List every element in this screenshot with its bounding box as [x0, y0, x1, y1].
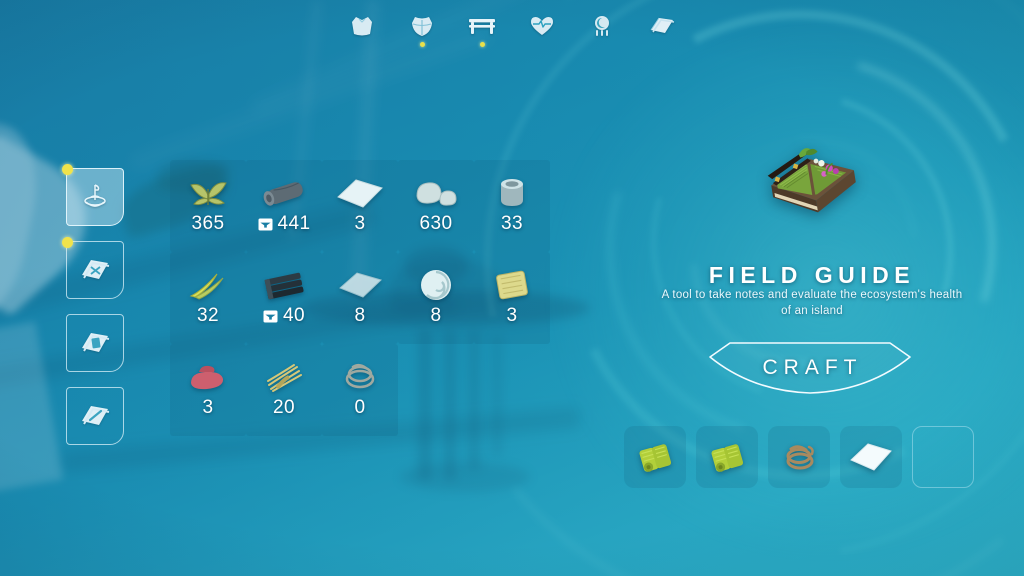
count-value: 365 [191, 213, 225, 234]
inv-yellow-mat[interactable]: 3 [474, 252, 550, 344]
slot-count: 32 [170, 305, 246, 327]
inv-paper-sheet[interactable]: 3 [322, 160, 398, 252]
slot-count: 40 [246, 305, 322, 327]
inv-stones[interactable]: 630 [398, 160, 474, 252]
top-tab-health-heart[interactable] [523, 14, 561, 54]
blue-paper-icon [322, 258, 398, 312]
sidebar-item-guide-cross[interactable] [62, 237, 124, 299]
red-coral-icon [170, 350, 246, 404]
shell-icon [398, 258, 474, 312]
book-notes-icon [78, 327, 112, 359]
slot-count: 3 [474, 305, 550, 327]
tab-notification-dot [479, 42, 485, 47]
slot-count: 365 [170, 213, 246, 235]
slot-count: 441 [246, 213, 322, 235]
count-value: 441 [277, 213, 311, 234]
rope-icon [776, 437, 822, 477]
slot-count: 0 [322, 397, 398, 419]
inv-straw[interactable]: 20 [246, 344, 322, 436]
slot-count: 8 [398, 305, 474, 327]
slot-count: 33 [474, 213, 550, 235]
inv-empty-1 [398, 344, 474, 436]
moss-roll-icon [705, 437, 749, 477]
count-value: 3 [506, 305, 518, 326]
ingredient-moss-roll-1[interactable] [624, 426, 686, 488]
wood-log-icon [246, 166, 322, 220]
count-value: 8 [354, 305, 366, 326]
inv-rope[interactable]: 0 [322, 344, 398, 436]
leaves-icon [170, 166, 246, 220]
chest-badge-icon [263, 310, 278, 323]
ingredient-slots [624, 426, 974, 488]
paper-sheet-icon [322, 166, 398, 220]
field-guide-book-icon [758, 137, 866, 238]
potion-icon [590, 14, 614, 38]
inv-yellow-leaf[interactable]: 32 [170, 252, 246, 344]
ingredient-rope[interactable] [768, 426, 830, 488]
inventory-grid: 365 441 3 630 33 32 40 8 8 3 3 20 0 [170, 160, 550, 436]
book-icon [648, 14, 676, 38]
sidebar-item-guide-quill[interactable] [66, 387, 124, 445]
slot-count: 8 [322, 305, 398, 327]
armor-chest-icon [349, 14, 375, 38]
sidebar-notification-dot [62, 237, 73, 248]
rope-icon [322, 350, 398, 404]
slot-count: 3 [322, 213, 398, 235]
count-value: 3 [354, 213, 366, 234]
top-tab-furniture-bench[interactable] [463, 14, 501, 54]
item-title: FIELD GUIDE [708, 262, 916, 288]
armor-set-icon [409, 14, 435, 38]
book-cross-icon [78, 254, 112, 286]
count-value: 33 [501, 213, 523, 234]
count-value: 630 [419, 213, 453, 234]
inv-leaves[interactable]: 365 [170, 160, 246, 252]
slot-count: 20 [246, 397, 322, 419]
ingredient-empty-slot [912, 426, 974, 488]
inv-red-coral[interactable]: 3 [170, 344, 246, 436]
sidebar-notification-dot [62, 164, 73, 175]
ingredient-moss-roll-2[interactable] [696, 426, 758, 488]
count-value: 3 [202, 397, 214, 418]
yellow-mat-icon [474, 258, 550, 312]
ingredient-paper-sheet[interactable] [840, 426, 902, 488]
inv-metal-ring[interactable]: 33 [474, 160, 550, 252]
inv-shell[interactable]: 8 [398, 252, 474, 344]
count-value: 40 [283, 305, 305, 326]
inv-empty-2 [474, 344, 550, 436]
sidebar-item-guide-notes[interactable] [66, 314, 124, 372]
count-value: 20 [273, 397, 295, 418]
craft-button-label: CRAFT [762, 356, 863, 379]
inv-blue-paper[interactable]: 8 [322, 252, 398, 344]
top-tab-armor-chest[interactable] [343, 14, 381, 54]
count-value: 32 [197, 305, 219, 326]
chest-badge-icon [258, 218, 273, 231]
straw-icon [246, 350, 322, 404]
top-category-bar [0, 14, 1024, 54]
tab-notification-dot [419, 42, 425, 47]
boat-mast-icon [78, 180, 112, 214]
dark-planks-icon [246, 258, 322, 312]
book-quill-icon [78, 400, 112, 432]
furniture-bench-icon [467, 14, 497, 38]
slot-count: 630 [398, 213, 474, 235]
top-tab-armor-set[interactable] [403, 14, 441, 54]
stones-icon [398, 166, 474, 220]
top-tab-book[interactable] [643, 14, 681, 54]
inv-dark-planks[interactable]: 40 [246, 252, 322, 344]
item-preview [600, 132, 1024, 242]
sidebar-category-tabs [62, 164, 124, 445]
item-description: A tool to take notes and evaluate the ec… [661, 289, 963, 317]
slot-count: 3 [170, 397, 246, 419]
inv-wood-log[interactable]: 441 [246, 160, 322, 252]
count-value: 0 [354, 397, 366, 418]
paper-icon [848, 440, 894, 474]
metal-ring-icon [474, 166, 550, 220]
yellow-leaf-icon [170, 258, 246, 312]
health-heart-icon [529, 14, 555, 38]
moss-roll-icon [633, 437, 677, 477]
sidebar-item-tools[interactable] [62, 164, 124, 226]
count-value: 8 [430, 305, 442, 326]
top-tab-potion[interactable] [583, 14, 621, 54]
craft-button[interactable]: CRAFT [708, 341, 912, 395]
